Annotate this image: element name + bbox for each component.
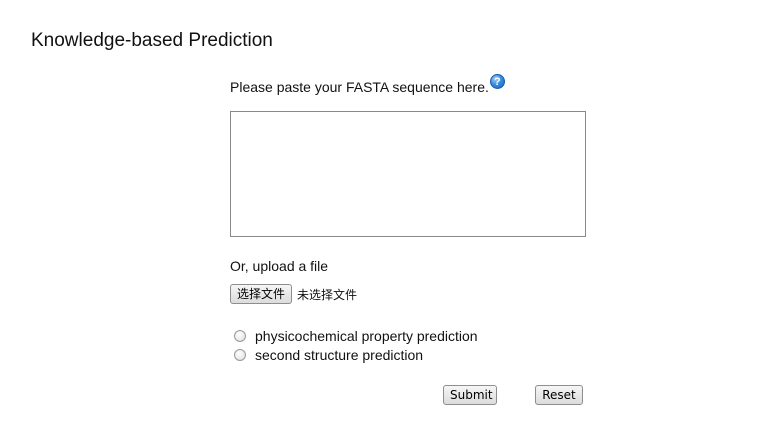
submit-button[interactable]: Submit	[443, 385, 497, 405]
reset-button[interactable]: Reset	[535, 385, 583, 405]
fasta-sequence-input[interactable]	[230, 111, 586, 237]
prediction-type-radio-group: physicochemical property prediction seco…	[234, 326, 478, 364]
file-upload-control: 选择文件 未选择文件	[230, 284, 357, 304]
file-status-text: 未选择文件	[297, 287, 358, 302]
help-question-icon[interactable]: ?	[489, 74, 505, 89]
radio-button-second-structure[interactable]	[234, 348, 246, 361]
radio-label-physicochemical: physicochemical property prediction	[255, 327, 478, 344]
fasta-prompt-label: Please paste your FASTA sequence here.	[230, 79, 489, 95]
choose-file-button[interactable]: 选择文件	[230, 284, 293, 304]
radio-option-second-structure[interactable]: second structure prediction	[234, 345, 478, 364]
page-title: Knowledge-based Prediction	[31, 30, 273, 51]
radio-label-second-structure: second structure prediction	[255, 346, 424, 363]
radio-button-physicochemical[interactable]	[234, 329, 246, 342]
upload-file-label: Or, upload a file	[230, 258, 329, 274]
radio-option-physicochemical[interactable]: physicochemical property prediction	[234, 326, 478, 345]
fasta-prompt-row: Please paste your FASTA sequence here. ?	[230, 74, 505, 100]
